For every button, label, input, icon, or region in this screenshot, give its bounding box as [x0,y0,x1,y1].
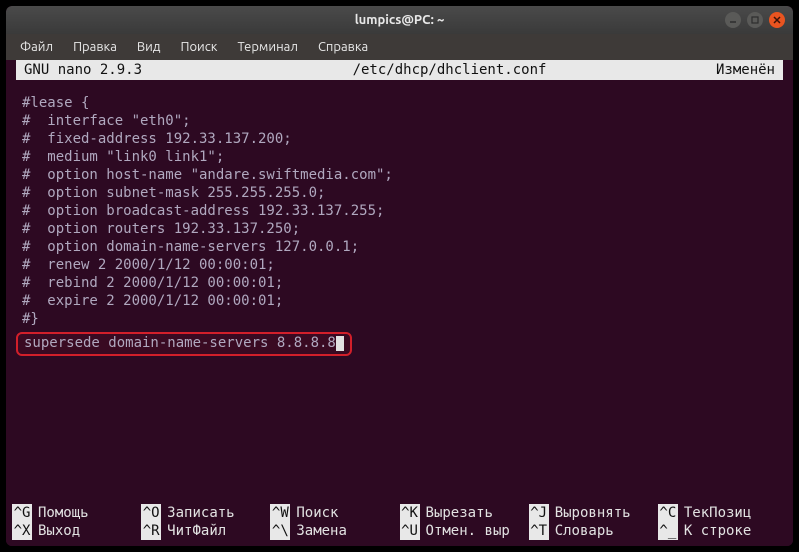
menu-search[interactable]: Поиск [172,38,225,56]
shortcut-spell: ^TСловарь [529,522,658,540]
menubar: Файл Правка Вид Поиск Терминал Справка [6,34,793,60]
window-controls [725,12,785,28]
terminal-area[interactable]: GNU nano 2.9.3 /etc/dhcp/dhclient.conf И… [6,60,793,546]
menu-terminal[interactable]: Терминал [229,38,305,56]
minimize-button[interactable] [725,12,741,28]
nano-app-name: GNU nano 2.9.3 [24,61,264,79]
editor-content[interactable]: #lease { # interface "eth0"; # fixed-add… [6,80,793,328]
shortcut-justify: ^JВыровнять [529,504,658,522]
nano-status: Изменён [635,61,775,79]
window-title: lumpics@PC: ~ [74,13,725,27]
shortcut-readfile: ^RЧитФайл [141,522,270,540]
menu-file[interactable]: Файл [12,38,61,56]
maximize-button[interactable] [747,12,763,28]
shortcut-writeout: ^OЗаписать [141,504,270,522]
shortcut-cut: ^KВырезать [400,504,529,522]
titlebar: lumpics@PC: ~ [6,6,793,34]
menu-edit[interactable]: Правка [65,38,125,56]
shortcut-gotoline: ^_К строке [658,522,787,540]
nano-header: GNU nano 2.9.3 /etc/dhcp/dhclient.conf И… [16,60,783,80]
shortcut-replace: ^\Замена [270,522,399,540]
shortcut-uncut: ^UОтмен. выр [400,522,529,540]
nano-shortcuts: ^GПомощь ^OЗаписать ^WПоиск ^KВырезать ^… [6,504,793,540]
highlighted-line: supersede domain-name-servers 8.8.8.8 [16,332,352,356]
highlighted-text: supersede domain-name-servers 8.8.8.8 [24,335,336,351]
cursor-icon [336,336,344,351]
close-button[interactable] [769,12,785,28]
shortcut-help: ^GПомощь [12,504,141,522]
nano-file-path: /etc/dhcp/dhclient.conf [264,61,635,79]
shortcut-exit: ^XВыход [12,522,141,540]
shortcut-whereis: ^WПоиск [270,504,399,522]
menu-view[interactable]: Вид [129,38,169,56]
shortcut-curpos: ^CТекПозиц [658,504,787,522]
menu-help[interactable]: Справка [310,38,376,56]
terminal-window: lumpics@PC: ~ Файл Правка Вид Поиск Терм… [6,6,793,546]
